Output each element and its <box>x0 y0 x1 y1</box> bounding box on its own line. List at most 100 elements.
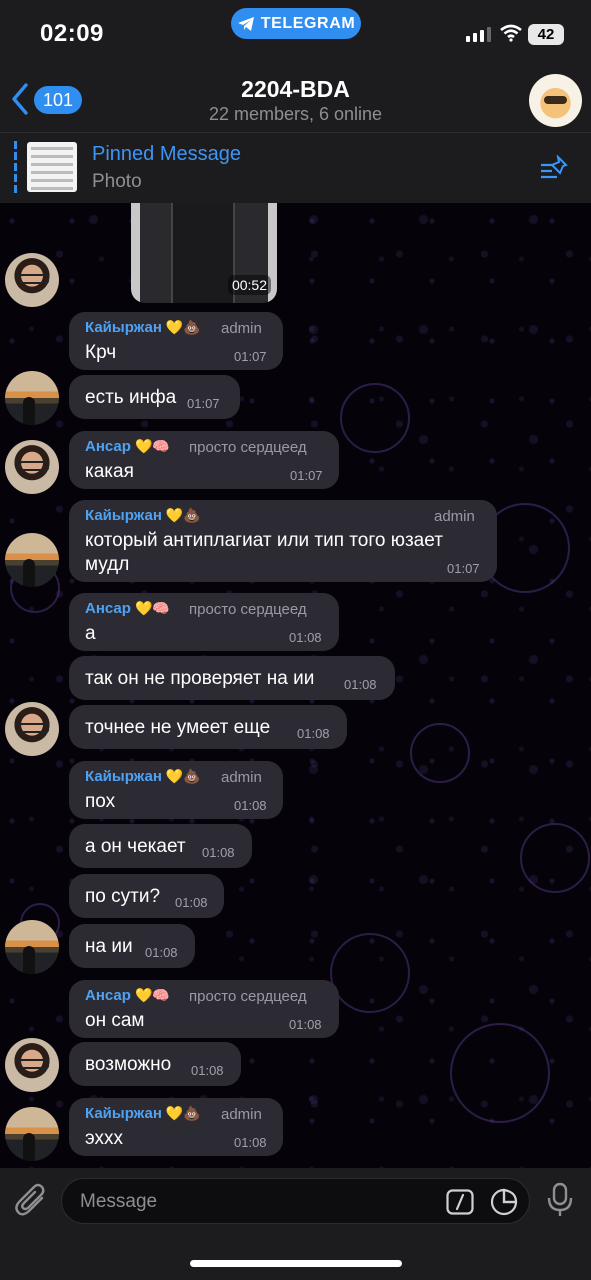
message-bubble[interactable]: а он чекает 01:08 <box>69 824 252 868</box>
message-bubble[interactable]: Кайыржан 💛💩 admin который антиплагиат или… <box>69 500 497 582</box>
pinned-subtitle: Photo <box>92 171 142 192</box>
member-role: admin <box>434 508 475 525</box>
chat-title[interactable]: 2204-BDA <box>0 76 591 103</box>
member-role: просто сердцеед <box>189 601 307 618</box>
pinned-thumbnail <box>27 142 77 192</box>
sticker-icon[interactable] <box>490 1188 518 1216</box>
sender-name[interactable]: Ансар 💛🧠 <box>85 438 170 455</box>
telegram-pill[interactable]: TELEGRAM <box>231 8 361 39</box>
sender-emoji: 💛🧠 <box>134 600 170 616</box>
message-time: 01:08 <box>344 677 377 692</box>
message-text: а он чекает <box>85 836 186 857</box>
pinned-title: Pinned Message <box>92 143 241 165</box>
avatar[interactable] <box>5 440 59 494</box>
command-icon[interactable] <box>446 1189 474 1215</box>
message-bubble[interactable]: есть инфа 01:07 <box>69 375 240 419</box>
sender-emoji: 💛💩 <box>165 507 201 523</box>
avatar[interactable] <box>5 920 59 974</box>
message-time: 01:08 <box>289 1017 322 1032</box>
sender-name[interactable]: Кайыржан 💛💩 <box>85 768 201 785</box>
sender-name[interactable]: Кайыржан 💛💩 <box>85 1105 201 1122</box>
message-time: 01:08 <box>234 798 267 813</box>
message-text: так он не проверяет на ии <box>85 668 315 689</box>
message-time: 01:07 <box>447 561 480 576</box>
avatar[interactable] <box>5 253 59 307</box>
message-text-line: мудл <box>85 554 130 575</box>
chat-header: 101 2204-BDA 22 members, 6 online <box>0 60 591 132</box>
member-role: admin <box>221 320 262 337</box>
avatar[interactable] <box>5 1107 59 1161</box>
message-bubble[interactable]: Ансар 💛🧠 просто сердцеед он сам 01:08 <box>69 980 339 1038</box>
group-avatar[interactable] <box>529 74 582 127</box>
avatar[interactable] <box>5 533 59 587</box>
pinned-message-bar[interactable]: Pinned Message Photo <box>0 132 591 203</box>
message-bubble[interactable]: точнее не умеет еще 01:08 <box>69 705 347 749</box>
video-message-thumbnail[interactable]: 00:52 <box>131 203 277 303</box>
message-time: 01:07 <box>187 396 220 411</box>
message-time: 01:08 <box>202 845 235 860</box>
member-role: admin <box>221 769 262 786</box>
message-time: 01:07 <box>234 349 267 364</box>
message-bubble[interactable]: Кайыржан 💛💩 admin эххх 01:08 <box>69 1098 283 1156</box>
sender-name[interactable]: Ансар 💛🧠 <box>85 987 170 1004</box>
message-time: 01:07 <box>290 468 323 483</box>
member-role: admin <box>221 1106 262 1123</box>
message-text: возможно <box>85 1054 172 1075</box>
member-role: просто сердцеед <box>189 439 307 456</box>
avatar[interactable] <box>5 371 59 425</box>
clock: 02:09 <box>40 20 104 47</box>
sender-emoji: 💛💩 <box>165 319 201 335</box>
message-time: 01:08 <box>145 945 178 960</box>
pinned-indicator <box>14 141 17 195</box>
sender-emoji: 💛💩 <box>165 1105 201 1121</box>
message-bubble[interactable]: на ии 01:08 <box>69 924 195 968</box>
sender-name[interactable]: Кайыржан 💛💩 <box>85 507 201 524</box>
status-bar: 02:09 TELEGRAM 42 <box>0 0 591 60</box>
attach-icon[interactable] <box>14 1182 48 1218</box>
signal-icon <box>466 27 491 42</box>
message-input-bar: Message <box>0 1168 591 1280</box>
message-placeholder: Message <box>80 1191 158 1212</box>
sender-emoji: 💛💩 <box>165 768 201 784</box>
avatar[interactable] <box>5 702 59 756</box>
mic-icon[interactable] <box>546 1182 574 1218</box>
telegram-pill-label: TELEGRAM <box>260 14 356 32</box>
message-bubble[interactable]: по сути? 01:08 <box>69 874 224 918</box>
video-duration: 00:52 <box>227 275 271 295</box>
message-time: 01:08 <box>234 1135 267 1150</box>
battery-indicator: 42 <box>528 24 564 45</box>
pin-list-icon[interactable] <box>540 155 570 181</box>
message-text: Крч <box>85 342 117 363</box>
chat-subtitle: 22 members, 6 online <box>208 104 383 124</box>
message-bubble[interactable]: Ансар 💛🧠 просто сердцеед какая 01:07 <box>69 431 339 489</box>
message-text: по сути? <box>85 886 161 907</box>
member-role: просто сердцеед <box>189 988 307 1005</box>
message-time: 01:08 <box>191 1063 224 1078</box>
message-text: он сам <box>85 1010 145 1031</box>
home-indicator[interactable] <box>190 1260 402 1267</box>
message-text: пох <box>85 791 116 812</box>
message-time: 01:08 <box>175 895 208 910</box>
message-bubble[interactable]: Кайыржан 💛💩 admin Крч 01:07 <box>69 312 283 370</box>
message-text: какая <box>85 461 134 482</box>
message-text: точнее не умеет еще <box>85 717 271 738</box>
sender-emoji: 💛🧠 <box>134 438 170 454</box>
message-bubble[interactable]: Ансар 💛🧠 просто сердцеед а 01:08 <box>69 593 339 651</box>
wifi-icon <box>500 24 522 42</box>
message-text: эххх <box>85 1128 123 1149</box>
sender-emoji: 💛🧠 <box>134 987 170 1003</box>
message-time: 01:08 <box>297 726 330 741</box>
telegram-icon <box>237 16 254 31</box>
message-text: а <box>85 623 96 644</box>
message-text: на ии <box>85 936 133 957</box>
message-bubble[interactable]: так он не проверяет на ии 01:08 <box>69 656 395 700</box>
sender-name[interactable]: Кайыржан 💛💩 <box>85 319 201 336</box>
sender-name[interactable]: Ансар 💛🧠 <box>85 600 170 617</box>
message-bubble[interactable]: Кайыржан 💛💩 admin пох 01:08 <box>69 761 283 819</box>
message-time: 01:08 <box>289 630 322 645</box>
message-bubble[interactable]: возможно 01:08 <box>69 1042 241 1086</box>
message-text: есть инфа <box>85 387 177 408</box>
message-text-line: который антиплагиат или тип того юзает <box>85 530 443 551</box>
message-input[interactable]: Message <box>61 1178 530 1224</box>
avatar[interactable] <box>5 1038 59 1092</box>
